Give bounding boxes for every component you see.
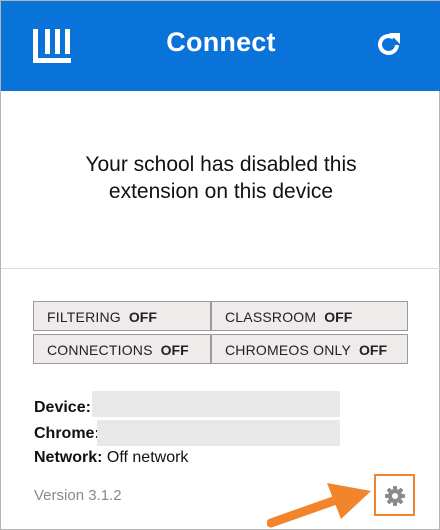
chrome-label: Chrome: [34, 425, 100, 442]
network-value: Off network [106, 449, 189, 466]
chrome-value-redacted [97, 420, 340, 446]
status-value: OFF [324, 309, 353, 325]
disabled-message: Your school has disabled this extension … [41, 151, 401, 205]
device-row: Device: [34, 399, 91, 417]
message-line-1: Your school has disabled this [85, 153, 357, 176]
device-label: Device: [34, 399, 91, 416]
gear-icon[interactable] [385, 486, 405, 506]
status-chromeos-only: CHROMEOS ONLY OFF [211, 334, 408, 364]
status-value: OFF [359, 342, 388, 358]
status-grid: FILTERING OFF CLASSROOM OFF CONNECTIONS OFF… [33, 301, 408, 367]
message-line-2: extension on this device [108, 180, 334, 203]
settings-button[interactable] [374, 474, 415, 516]
status-label: FILTERING [47, 309, 121, 325]
divider [1, 268, 440, 269]
device-value-redacted [92, 391, 340, 417]
status-connections: CONNECTIONS OFF [33, 334, 211, 364]
chrome-row: Chrome: [34, 425, 100, 443]
network-row: Network: Off network [34, 449, 188, 467]
network-label: Network: [34, 449, 103, 466]
version-text: Version 3.1.2 [34, 487, 122, 504]
status-label: CONNECTIONS [47, 342, 153, 358]
refresh-icon[interactable] [375, 31, 403, 59]
status-value: OFF [160, 342, 189, 358]
status-filtering: FILTERING OFF [33, 301, 211, 331]
status-value: OFF [128, 309, 157, 325]
extension-popup: Connect Your school has disabled this ex… [0, 0, 440, 530]
arrow-annotation-icon [267, 483, 371, 528]
status-label: CHROMEOS ONLY [225, 342, 352, 358]
header-bar: Connect [1, 1, 440, 91]
status-label: CLASSROOM [225, 309, 317, 325]
status-classroom: CLASSROOM OFF [211, 301, 408, 331]
